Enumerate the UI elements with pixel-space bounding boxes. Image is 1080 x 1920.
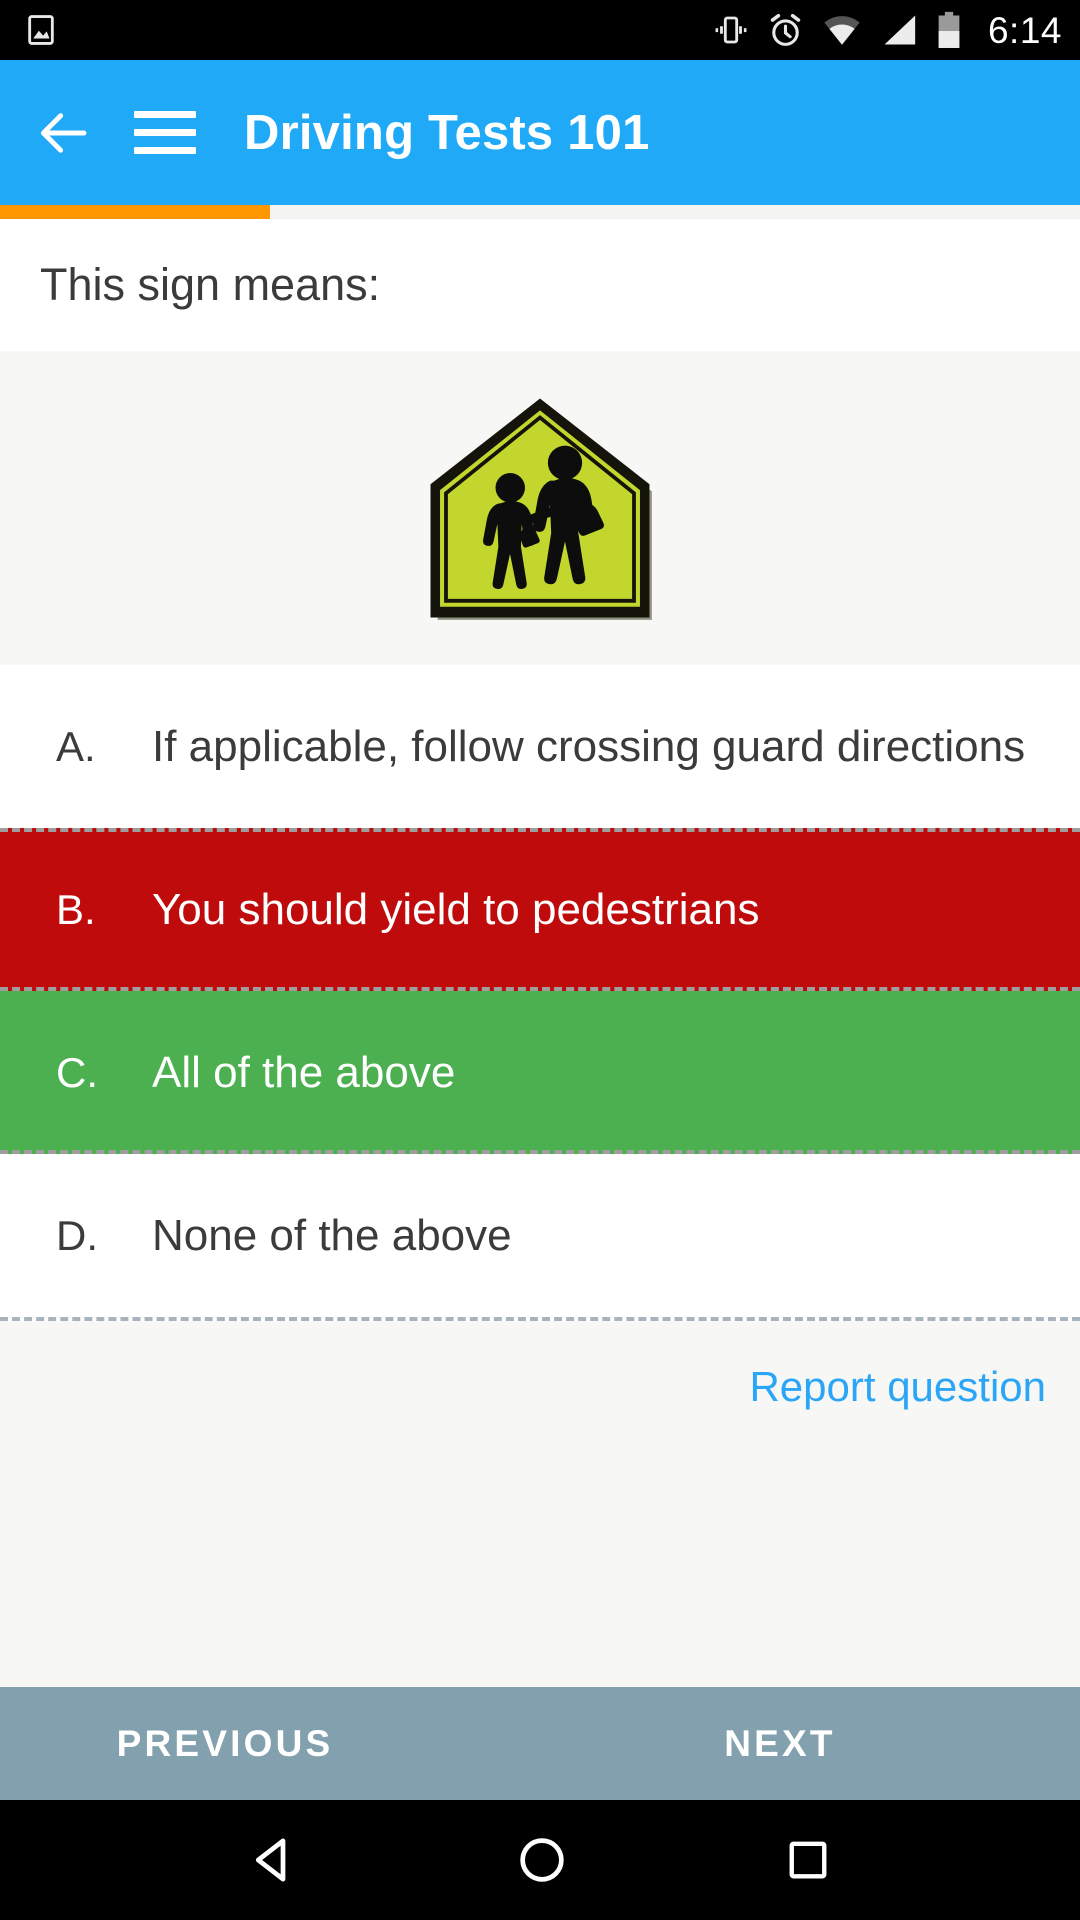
answer-option-c[interactable]: C. All of the above xyxy=(0,991,1080,1154)
quiz-navigation-bar: PREVIOUS NEXT xyxy=(0,1687,1080,1800)
back-button[interactable] xyxy=(34,104,92,162)
answer-letter: D. xyxy=(56,1211,98,1259)
cell-signal-icon xyxy=(884,15,916,45)
hamburger-menu-button[interactable] xyxy=(134,105,196,161)
triangle-back-icon[interactable] xyxy=(247,1833,301,1887)
question-prompt-container: This sign means: xyxy=(0,219,1080,351)
question-image-container xyxy=(0,351,1080,665)
previous-button[interactable]: PREVIOUS xyxy=(0,1723,540,1765)
report-row: Report question xyxy=(0,1321,1080,1411)
next-button[interactable]: NEXT xyxy=(540,1723,1080,1765)
square-recents-icon[interactable] xyxy=(783,1835,833,1885)
answer-option-a[interactable]: A. If applicable, follow crossing guard … xyxy=(0,665,1080,828)
status-bar-clock: 6:14 xyxy=(987,9,1062,51)
school-crossing-sign xyxy=(430,398,652,620)
status-bar: 6:14 xyxy=(0,0,1080,60)
wifi-icon xyxy=(824,16,860,45)
status-bar-system-icons: 6:14 xyxy=(713,11,1062,49)
hamburger-menu-icon xyxy=(134,111,196,118)
report-section: Report question xyxy=(0,1321,1080,1687)
answer-letter: B. xyxy=(56,885,96,933)
android-navigation-bar xyxy=(0,1800,1080,1920)
vibrate-icon xyxy=(715,16,747,44)
circle-home-icon[interactable] xyxy=(515,1833,569,1887)
answer-letter: C. xyxy=(56,1048,98,1096)
answer-text: None of the above xyxy=(152,1210,512,1260)
status-bar-notifications xyxy=(24,13,58,47)
quiz-progress-bar xyxy=(0,205,1080,219)
question-prompt: This sign means: xyxy=(40,259,381,310)
alarm-icon xyxy=(770,13,801,46)
hamburger-menu-icon xyxy=(134,129,196,136)
answer-options-list: A. If applicable, follow crossing guard … xyxy=(0,665,1080,1321)
answer-letter: A. xyxy=(56,722,96,770)
battery-icon xyxy=(938,11,960,48)
image-icon xyxy=(28,15,54,45)
answer-option-b[interactable]: B. You should yield to pedestrians xyxy=(0,828,1080,991)
report-question-link[interactable]: Report question xyxy=(749,1363,1046,1411)
back-arrow-icon xyxy=(40,112,87,153)
answer-option-d[interactable]: D. None of the above xyxy=(0,1154,1080,1317)
hamburger-menu-icon xyxy=(134,147,196,154)
app-root: 6:14 Driving Tests 101 This sign means: xyxy=(0,0,1080,1920)
app-bar: Driving Tests 101 xyxy=(0,60,1080,205)
answer-text: All of the above xyxy=(152,1047,456,1097)
quiz-progress-fill xyxy=(0,205,270,219)
answer-text: If applicable, follow crossing guard dir… xyxy=(152,721,1026,771)
app-title: Driving Tests 101 xyxy=(244,105,650,160)
answer-text: You should yield to pedestrians xyxy=(152,884,760,934)
